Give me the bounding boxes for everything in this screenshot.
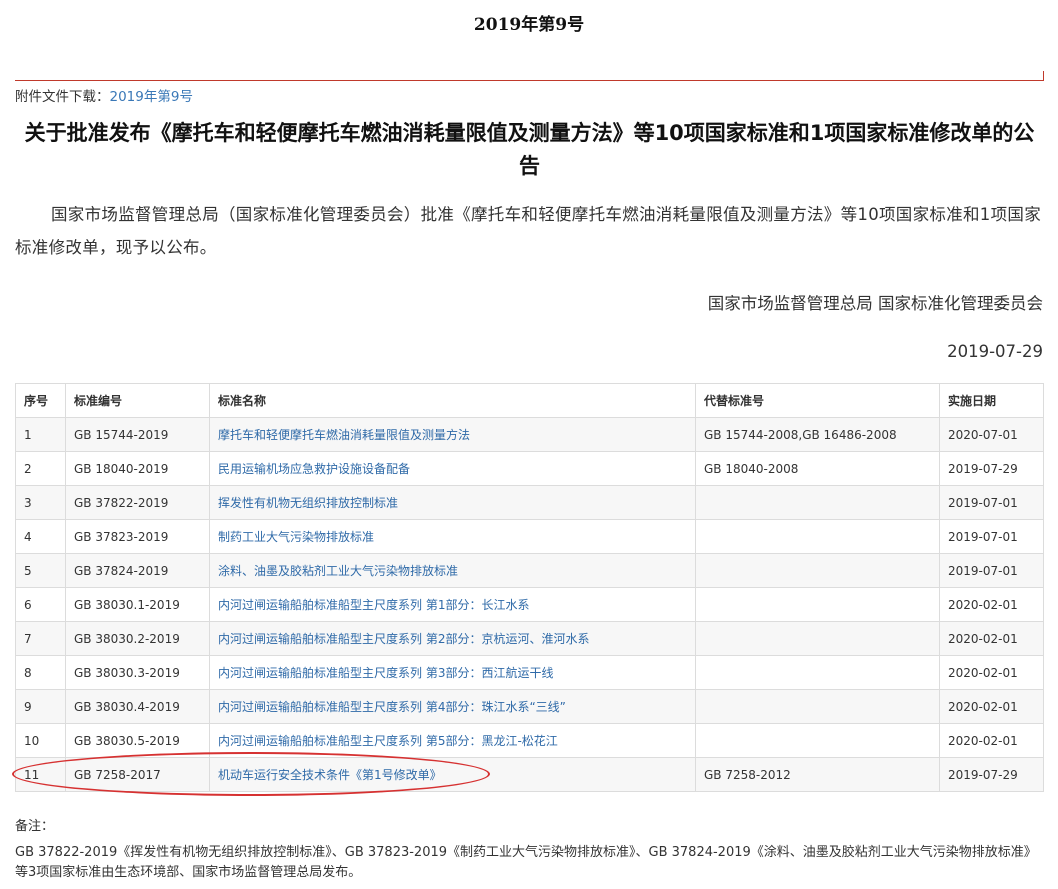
cell-index: 5	[15, 553, 66, 588]
header-index: 序号	[15, 383, 66, 418]
cell-effective-date: 2019-07-29	[939, 451, 1044, 486]
attachment-download-link[interactable]: 2019年第9号	[110, 89, 193, 105]
cell-index: 2	[15, 451, 66, 486]
cell-effective-date: 2020-07-01	[939, 417, 1044, 452]
table-row: 10 GB 38030.5-2019 内河过闸运输船舶标准船型主尺度系列 第5部分：…	[15, 723, 1044, 758]
table-header-row: 序号 标准编号 标准名称 代替标准号 实施日期	[15, 383, 1044, 418]
attachment-row: 附件文件下载：2019年第9号	[15, 85, 193, 105]
cell-standard-name[interactable]: 内河过闸运输船舶标准船型主尺度系列 第3部分：西江航运干线	[209, 655, 696, 690]
cell-standard-name[interactable]: 内河过闸运输船舶标准船型主尺度系列 第5部分：黑龙江-松花江	[209, 723, 696, 758]
cell-standard-name[interactable]: 民用运输机场应急救护设施设备配备	[209, 451, 696, 486]
cell-replaced-code	[695, 485, 940, 520]
header-standard-name: 标准名称	[209, 383, 696, 418]
cell-replaced-code: GB 18040-2008	[695, 451, 940, 486]
table-row: 2 GB 18040-2019 民用运输机场应急救护设施设备配备 GB 18040-2…	[15, 451, 1044, 486]
issuer-signature: 国家市场监督管理总局 国家标准化管理委员会	[707, 294, 1043, 313]
attachment-label: 附件文件下载：	[15, 89, 110, 105]
table-row: 4 GB 37823-2019 制药工业大气污染物排放标准 2019-07-01	[15, 519, 1044, 554]
cell-replaced-code	[695, 621, 940, 656]
cell-standard-name[interactable]: 制药工业大气污染物排放标准	[209, 519, 696, 554]
cell-effective-date: 2019-07-01	[939, 485, 1044, 520]
table-row: 3 GB 37822-2019 挥发性有机物无组织排放控制标准 2019-07-01	[15, 485, 1044, 520]
table-row: 11 GB 7258-2017 机动车运行安全技术条件《第1号修改单》 GB 7258…	[15, 757, 1044, 792]
cell-index: 4	[15, 519, 66, 554]
cell-effective-date: 2020-02-01	[939, 689, 1044, 724]
cell-standard-name[interactable]: 挥发性有机物无组织排放控制标准	[209, 485, 696, 520]
cell-standard-name[interactable]: 涂料、油墨及胶粘剂工业大气污染物排放标准	[209, 553, 696, 588]
cell-standard-code: GB 38030.3-2019	[65, 655, 210, 690]
header-divider	[15, 80, 1044, 81]
announcement-date: 2019-07-29	[947, 342, 1043, 361]
remarks-text: GB 37822-2019《挥发性有机物无组织排放控制标准》、GB 37823-…	[15, 845, 1037, 880]
cell-standard-name[interactable]: 内河过闸运输船舶标准船型主尺度系列 第4部分：珠江水系“三线”	[209, 689, 696, 724]
cell-effective-date: 2020-02-01	[939, 723, 1044, 758]
cell-replaced-code	[695, 519, 940, 554]
announcement-body: 国家市场监督管理总局（国家标准化管理委员会）批准《摩托车和轻便摩托车燃油消耗量限…	[15, 205, 1041, 257]
cell-effective-date: 2019-07-01	[939, 519, 1044, 554]
cell-standard-code: GB 38030.5-2019	[65, 723, 210, 758]
header-replaced-code: 代替标准号	[695, 383, 940, 418]
cell-index: 8	[15, 655, 66, 690]
cell-standard-name[interactable]: 内河过闸运输船舶标准船型主尺度系列 第1部分：长江水系	[209, 587, 696, 622]
cell-index: 1	[15, 417, 66, 452]
cell-standard-code: GB 18040-2019	[65, 451, 210, 486]
table-row: 9 GB 38030.4-2019 内河过闸运输船舶标准船型主尺度系列 第4部分：珠…	[15, 689, 1044, 724]
cell-replaced-code	[695, 553, 940, 588]
cell-standard-code: GB 38030.4-2019	[65, 689, 210, 724]
cell-index: 7	[15, 621, 66, 656]
cell-effective-date: 2020-02-01	[939, 655, 1044, 690]
remarks-title: 备注：	[15, 819, 55, 834]
cell-replaced-code: GB 7258-2012	[695, 757, 940, 792]
cell-replaced-code	[695, 655, 940, 690]
cell-standard-name[interactable]: 摩托车和轻便摩托车燃油消耗量限值及测量方法	[209, 417, 696, 452]
cell-effective-date: 2020-02-01	[939, 621, 1044, 656]
cell-standard-code: GB 37823-2019	[65, 519, 210, 554]
cell-standard-code: GB 38030.1-2019	[65, 587, 210, 622]
table-row: 1 GB 15744-2019 摩托车和轻便摩托车燃油消耗量限值及测量方法 GB 15…	[15, 417, 1044, 452]
table-row: 8 GB 38030.3-2019 内河过闸运输船舶标准船型主尺度系列 第3部分：西…	[15, 655, 1044, 690]
cell-standard-name[interactable]: 机动车运行安全技术条件《第1号修改单》	[209, 757, 696, 792]
cell-index: 11	[15, 757, 66, 792]
cell-effective-date: 2019-07-01	[939, 553, 1044, 588]
cell-index: 10	[15, 723, 66, 758]
cell-effective-date: 2020-02-01	[939, 587, 1044, 622]
table-row: 7 GB 38030.2-2019 内河过闸运输船舶标准船型主尺度系列 第2部分：京…	[15, 621, 1044, 656]
table-row: 5 GB 37824-2019 涂料、油墨及胶粘剂工业大气污染物排放标准 2019-0…	[15, 553, 1044, 588]
cell-effective-date: 2019-07-29	[939, 757, 1044, 792]
header-divider-end	[1043, 71, 1044, 81]
cell-standard-code: GB 38030.2-2019	[65, 621, 210, 656]
cell-standard-code: GB 15744-2019	[65, 417, 210, 452]
cell-standard-code: GB 7258-2017	[65, 757, 210, 792]
cell-standard-name[interactable]: 内河过闸运输船舶标准船型主尺度系列 第2部分：京杭运河、淮河水系	[209, 621, 696, 656]
standards-table: 序号 标准编号 标准名称 代替标准号 实施日期 1 GB 15744-2019 摩托…	[15, 383, 1044, 792]
header-effective-date: 实施日期	[939, 383, 1044, 418]
cell-replaced-code	[695, 689, 940, 724]
cell-index: 3	[15, 485, 66, 520]
issue-title: 2019年第9号	[473, 15, 585, 35]
cell-replaced-code	[695, 587, 940, 622]
cell-index: 9	[15, 689, 66, 724]
table-row: 6 GB 38030.1-2019 内河过闸运输船舶标准船型主尺度系列 第1部分：长…	[15, 587, 1044, 622]
cell-standard-code: GB 37824-2019	[65, 553, 210, 588]
announcement-headline: 关于批准发布《摩托车和轻便摩托车燃油消耗量限值及测量方法》等10项国家标准和1项…	[24, 121, 1035, 178]
cell-standard-code: GB 37822-2019	[65, 485, 210, 520]
cell-replaced-code: GB 15744-2008,GB 16486-2008	[695, 417, 940, 452]
cell-replaced-code	[695, 723, 940, 758]
cell-index: 6	[15, 587, 66, 622]
header-standard-code: 标准编号	[65, 383, 210, 418]
